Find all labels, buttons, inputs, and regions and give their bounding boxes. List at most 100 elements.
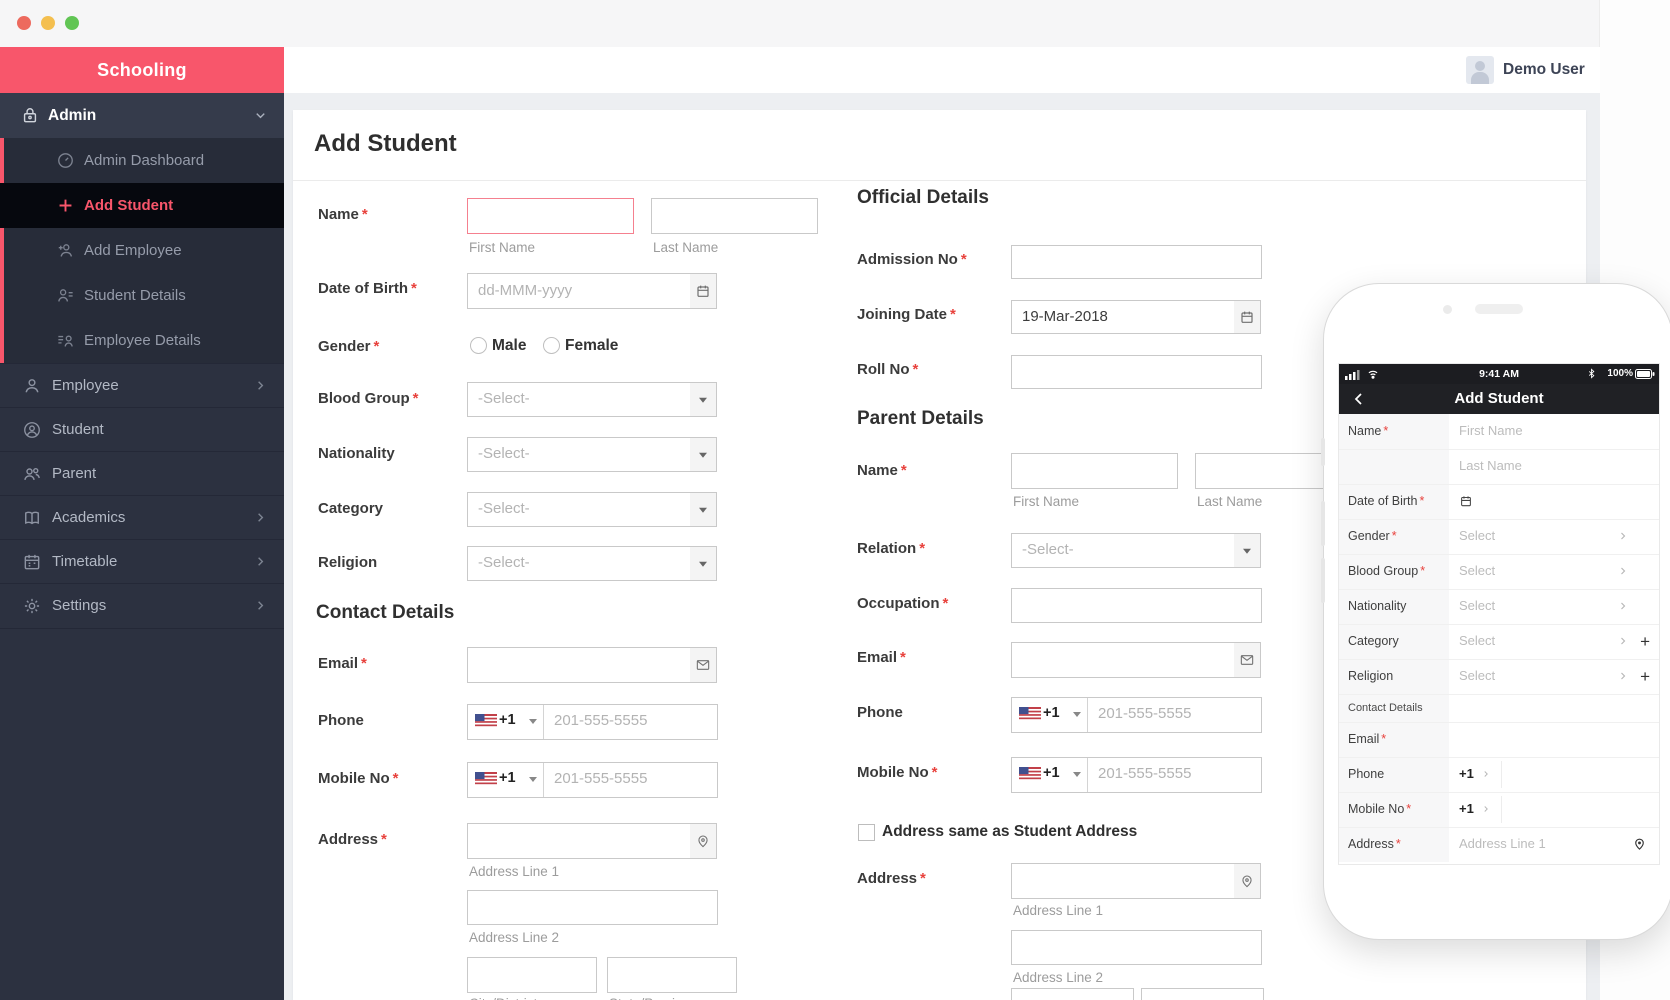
email-input[interactable] <box>467 647 692 683</box>
category-dropdown-button[interactable] <box>690 492 717 527</box>
parent-address-pin-button[interactable] <box>1234 863 1261 899</box>
phone-screen: 9:41 AM 100% Add Student Name* First Nam… <box>1338 363 1660 865</box>
sidebar-item-add-employee[interactable]: Add Employee <box>0 228 284 273</box>
state-caption: State/Province <box>609 996 697 1000</box>
close-window-button[interactable] <box>17 16 31 30</box>
sidebar-item-admin[interactable]: Admin <box>0 93 284 138</box>
religion-select[interactable]: -Select- <box>467 546 692 581</box>
phone-phone-row[interactable]: Phone +1 <box>1339 757 1659 793</box>
phone-gender-row[interactable]: Gender* Select <box>1339 519 1659 555</box>
joining-calendar-button[interactable] <box>1234 300 1261 334</box>
nationality-select[interactable]: -Select- <box>467 437 692 472</box>
dob-input[interactable]: dd-MMM-yyyy <box>467 273 692 309</box>
parent-city-input[interactable] <box>1011 988 1134 1000</box>
parent-email-input[interactable] <box>1011 642 1236 678</box>
state-input[interactable] <box>607 957 737 993</box>
relation-dropdown-button[interactable] <box>1234 533 1261 568</box>
religion-dropdown-button[interactable] <box>690 546 717 581</box>
address-pin-button[interactable] <box>690 823 717 859</box>
sidebar-item-student-details[interactable]: Student Details <box>0 273 284 318</box>
parent-address-label: Address* <box>857 870 926 887</box>
parent-phone-input[interactable]: +1 201-555-5555 <box>1011 697 1262 733</box>
occupation-input[interactable] <box>1011 588 1262 623</box>
phone-code-value: +1 <box>1459 801 1474 816</box>
zoom-window-button[interactable] <box>65 16 79 30</box>
user-name[interactable]: Demo User <box>1503 47 1585 93</box>
phone-category-value: Select <box>1459 633 1495 648</box>
parent-email-label: Email* <box>857 649 906 666</box>
phone-blood-group-row[interactable]: Blood Group* Select <box>1339 554 1659 590</box>
parent-email-icon-button[interactable] <box>1234 642 1261 678</box>
sidebar-item-add-student[interactable]: Add Student <box>0 183 284 228</box>
relation-label: Relation* <box>857 540 925 557</box>
sidebar-item-parent[interactable]: Parent <box>0 451 284 496</box>
last-name-caption: Last Name <box>653 240 718 255</box>
calendar-icon <box>22 552 42 572</box>
blood-group-select[interactable]: -Select- <box>467 382 692 417</box>
email-icon-button[interactable] <box>690 647 717 683</box>
parent-first-name-input[interactable] <box>1011 453 1178 489</box>
dob-calendar-button[interactable] <box>690 273 717 309</box>
phone-dob-row[interactable]: Date of Birth* <box>1339 484 1659 520</box>
parent-mobile-input[interactable]: +1 201-555-5555 <box>1011 757 1262 793</box>
phone-gender-label: Gender* <box>1348 529 1397 543</box>
sidebar-label: Parent <box>52 452 96 496</box>
divider <box>1501 761 1502 788</box>
sidebar-item-employee[interactable]: Employee <box>0 363 284 408</box>
phone-name-label: Name* <box>1348 424 1388 438</box>
gender-female-radio[interactable] <box>543 337 560 354</box>
phone-country-selector[interactable]: +1 <box>468 705 544 739</box>
sidebar-item-employee-details[interactable]: Employee Details <box>0 318 284 363</box>
phone-nationality-row[interactable]: Nationality Select <box>1339 589 1659 625</box>
same-address-checkbox[interactable] <box>858 824 875 841</box>
phone-religion-row[interactable]: Religion Select + <box>1339 659 1659 695</box>
sidebar-item-settings[interactable]: Settings <box>0 583 284 629</box>
phone-email-row[interactable]: Email* <box>1339 722 1659 758</box>
user-avatar[interactable] <box>1466 56 1494 84</box>
volume-up-button <box>1321 501 1325 546</box>
chevron-right-icon <box>253 378 268 393</box>
relation-select[interactable]: -Select- <box>1011 533 1236 568</box>
gender-female-option[interactable]: Female <box>565 337 618 355</box>
last-name-input[interactable] <box>651 198 818 234</box>
gender-male-radio[interactable] <box>470 337 487 354</box>
chevron-right-icon <box>253 510 268 525</box>
phone-first-name-row[interactable]: Name* First Name <box>1339 414 1659 450</box>
phone-input[interactable]: +1 201-555-5555 <box>467 704 718 740</box>
joining-date-input[interactable]: 19-Mar-2018 <box>1011 300 1236 334</box>
address-line1-input[interactable] <box>467 823 692 859</box>
phone-category-row[interactable]: Category Select + <box>1339 624 1659 660</box>
parent-mobile-country-selector[interactable]: +1 <box>1012 758 1088 792</box>
sidebar-item-academics[interactable]: Academics <box>0 495 284 540</box>
sidebar-item-admin-dashboard[interactable]: Admin Dashboard <box>0 138 284 183</box>
sidebar-item-timetable[interactable]: Timetable <box>0 539 284 584</box>
blood-group-dropdown-button[interactable] <box>690 382 717 417</box>
city-input[interactable] <box>467 957 597 993</box>
sidebar-label: Timetable <box>52 540 117 584</box>
phone-address-row[interactable]: Address* Address Line 1 <box>1339 827 1659 862</box>
battery-icon <box>1635 369 1655 379</box>
phone-mobile-row[interactable]: Mobile No* +1 <box>1339 792 1659 828</box>
roll-no-input[interactable] <box>1011 355 1262 389</box>
address-line2-input[interactable] <box>467 890 718 925</box>
add-option-icon[interactable]: + <box>1640 632 1650 652</box>
mobile-country-selector[interactable]: +1 <box>468 763 544 797</box>
first-name-input[interactable] <box>467 198 634 234</box>
category-select[interactable]: -Select- <box>467 492 692 527</box>
parent-phone-country-selector[interactable]: +1 <box>1012 698 1088 732</box>
gender-male-option[interactable]: Male <box>492 337 526 355</box>
parent-address-line1-input[interactable] <box>1011 863 1236 899</box>
minimize-window-button[interactable] <box>41 16 55 30</box>
add-option-icon[interactable]: + <box>1640 667 1650 687</box>
chevron-right-icon <box>1617 635 1629 647</box>
parent-address-line1-caption: Address Line 1 <box>1013 903 1103 918</box>
parent-address-line2-input[interactable] <box>1011 930 1262 965</box>
nationality-dropdown-button[interactable] <box>690 437 717 472</box>
sidebar-item-student[interactable]: Student <box>0 407 284 452</box>
phone-last-name-row[interactable]: Last Name <box>1339 449 1659 485</box>
parent-icon <box>22 464 42 484</box>
parent-state-input[interactable] <box>1141 988 1264 1000</box>
mobile-input[interactable]: +1 201-555-5555 <box>467 762 718 798</box>
app-brand[interactable]: Schooling <box>0 47 284 93</box>
admission-no-input[interactable] <box>1011 245 1262 279</box>
